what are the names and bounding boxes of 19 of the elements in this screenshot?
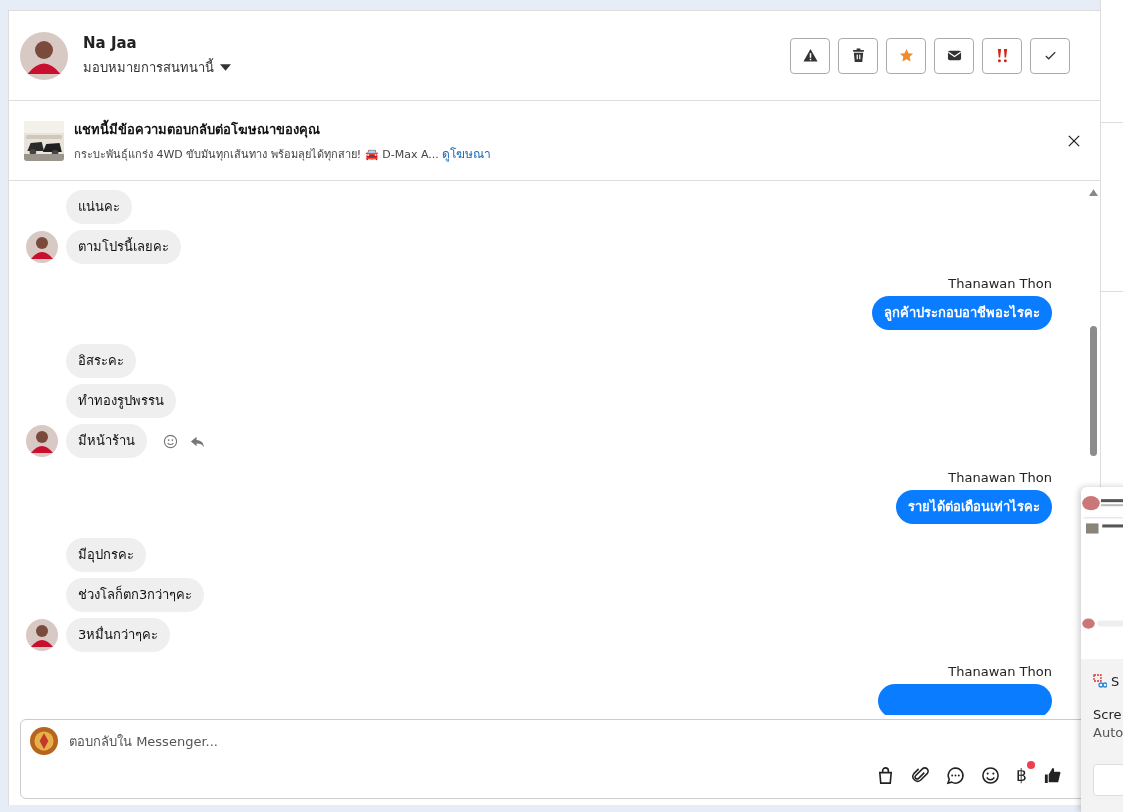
notification-title: Scre [1093, 707, 1123, 722]
contact-name: Na Jaa [83, 33, 138, 52]
incoming-message: ช่วงโลก็ตก3กว่าๆคะ [66, 578, 205, 612]
incoming-message: แน่นคะ [66, 190, 132, 224]
sender-name: Thanawan Thon [948, 470, 1052, 485]
app-name: S [1111, 673, 1120, 689]
sender-name: Thanawan Thon [948, 664, 1052, 679]
incoming-message: ทำทองรูปพรรน [66, 384, 176, 418]
outgoing-message: รายได้ต่อเดือนเท่าไรคะ [896, 490, 1052, 524]
incoming-message: มีหน้าร้าน [66, 424, 147, 458]
notification-text: Auto [1093, 725, 1123, 740]
incoming-message: 3หมื่นกว่าๆคะ [66, 618, 171, 652]
ad-description: กระบะพันธุ์แกร่ง 4WD ขับมันทุกเส้นทาง พร้อมลุยได้ทุกสาย! 🚘 D-Max A... [74, 147, 439, 161]
incoming-message: อิสระคะ [66, 344, 136, 378]
incoming-message: มีอุปกรคะ [66, 538, 146, 572]
incoming-message: ตามโปรนี้เลยคะ [66, 230, 181, 264]
ad-reply-title: แชทนี้มีข้อความตอบกลับต่อโฆษณาของคุณ [74, 118, 321, 140]
sender-name: Thanawan Thon [948, 276, 1052, 291]
outgoing-message: ลูกค้าประกอบอาชีพอะไรคะ [872, 296, 1052, 330]
